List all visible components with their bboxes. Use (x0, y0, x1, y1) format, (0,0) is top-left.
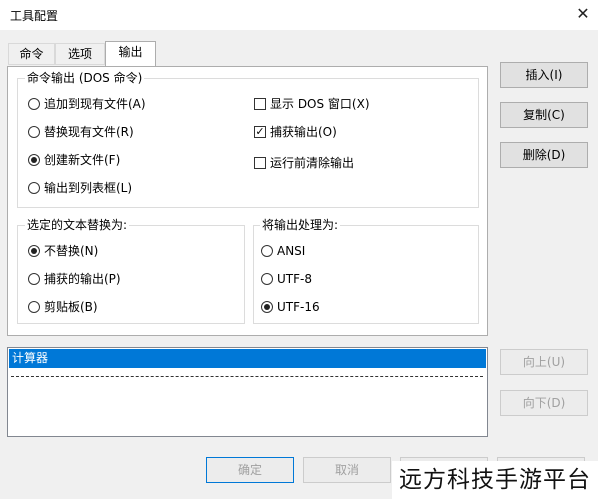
utf16-label[interactable]: UTF-16 (277, 300, 320, 314)
output-to-listbox-radio[interactable] (28, 182, 40, 194)
watermark-text: 远方科技手游平台 (392, 461, 598, 499)
capture-output-label[interactable]: 捕获输出(O) (270, 125, 337, 139)
move-down-button[interactable]: 向下(D) (500, 390, 588, 416)
move-up-button[interactable]: 向上(U) (500, 349, 588, 375)
utf8-label[interactable]: UTF-8 (277, 272, 312, 286)
clear-before-run-label[interactable]: 运行前清除输出 (270, 156, 354, 170)
append-existing-label[interactable]: 追加到现有文件(A) (44, 97, 146, 111)
tab-output[interactable]: 输出 (105, 41, 156, 66)
clipboard-label[interactable]: 剪贴板(B) (44, 300, 98, 314)
tab-options[interactable]: 选项 (55, 43, 105, 65)
replace-selection-legend: 选定的文本替换为: (25, 218, 130, 232)
replace-existing-label[interactable]: 替换现有文件(R) (44, 125, 134, 139)
tab-command[interactable]: 命令 (8, 43, 55, 65)
capture-output-checkbox[interactable]: ✓ (254, 126, 266, 138)
utf16-radio[interactable] (261, 301, 273, 313)
show-dos-window-checkbox[interactable] (254, 98, 266, 110)
process-output-legend: 将输出处理为: (260, 218, 341, 232)
clear-before-run-checkbox[interactable] (254, 157, 266, 169)
ansi-radio[interactable] (261, 245, 273, 257)
window-title: 工具配置 (10, 9, 59, 23)
ansi-label[interactable]: ANSI (277, 244, 305, 258)
clipboard-radio[interactable] (28, 301, 40, 313)
title-bar (0, 0, 598, 30)
replace-existing-radio[interactable] (28, 126, 40, 138)
list-item[interactable]: 计算器 (9, 349, 486, 368)
create-new-file-label[interactable]: 创建新文件(F) (44, 153, 120, 167)
no-replace-label[interactable]: 不替换(N) (44, 244, 98, 258)
output-to-listbox-label[interactable]: 输出到列表框(L) (44, 181, 132, 195)
cancel-button[interactable]: 取消 (303, 457, 391, 483)
insert-button[interactable]: 插入(I) (500, 62, 588, 88)
show-dos-window-label[interactable]: 显示 DOS 窗口(X) (270, 97, 370, 111)
create-new-file-radio[interactable] (28, 154, 40, 166)
append-existing-radio[interactable] (28, 98, 40, 110)
output-tab-panel: 命令输出 (DOS 命令) 追加到现有文件(A) 替换现有文件(R) 创建新文件… (7, 66, 488, 336)
insertion-marker (11, 376, 483, 377)
delete-button[interactable]: 删除(D) (500, 142, 588, 168)
utf8-radio[interactable] (261, 273, 273, 285)
tool-listbox[interactable]: 计算器 (7, 347, 488, 437)
no-replace-radio[interactable] (28, 245, 40, 257)
copy-button[interactable]: 复制(C) (500, 102, 588, 128)
captured-output-radio[interactable] (28, 273, 40, 285)
captured-output-label[interactable]: 捕获的输出(P) (44, 272, 121, 286)
dos-output-legend: 命令输出 (DOS 命令) (25, 71, 145, 85)
ok-button[interactable]: 确定 (206, 457, 294, 483)
close-icon[interactable]: ✕ (574, 4, 592, 24)
